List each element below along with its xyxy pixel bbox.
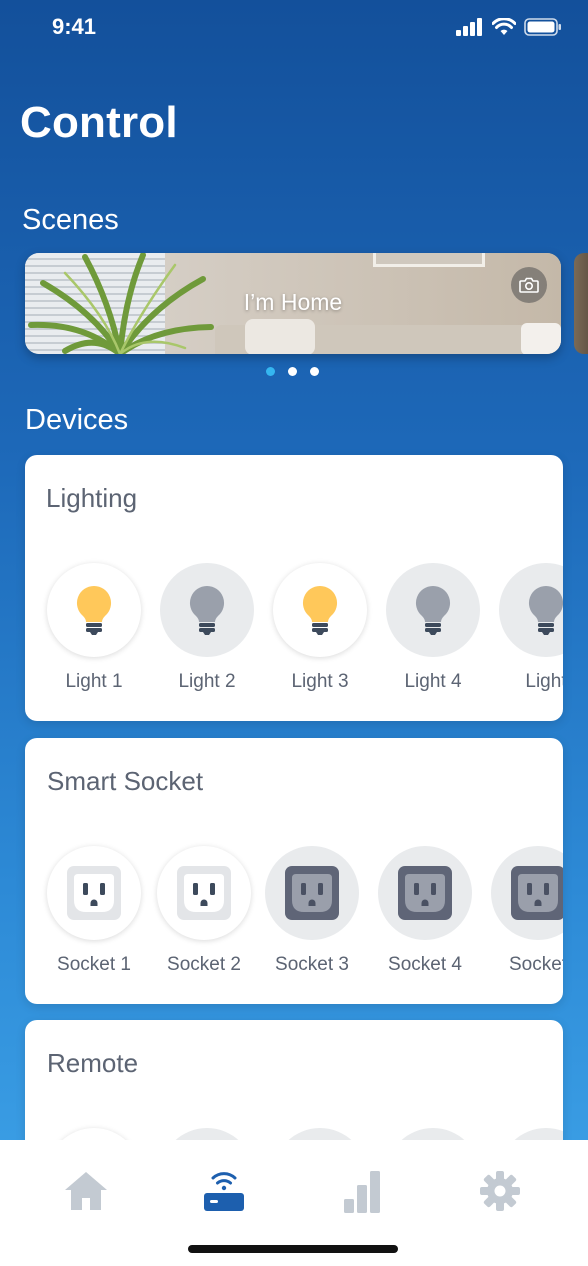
socket-item[interactable]: Socket 2 bbox=[156, 846, 252, 976]
pager-dot[interactable] bbox=[288, 367, 297, 376]
home-icon bbox=[65, 1172, 107, 1210]
status-icons bbox=[456, 18, 562, 36]
socket-off-icon bbox=[398, 866, 452, 920]
scene-image-pillow bbox=[521, 323, 561, 354]
socket-item[interactable]: Socket 3 bbox=[264, 846, 360, 976]
lightbulb-off-icon bbox=[528, 585, 563, 635]
socket-off-icon bbox=[285, 866, 339, 920]
lighting-card: Lighting Light 1 Light 2 Light 3 Light 4… bbox=[25, 455, 563, 721]
socket-item[interactable]: Socket 4 bbox=[377, 846, 473, 976]
socket-off-icon bbox=[511, 866, 563, 920]
lightbulb-off-icon bbox=[415, 585, 451, 635]
light-toggle[interactable] bbox=[160, 563, 254, 657]
scene-image-pillow bbox=[245, 319, 315, 354]
light-label: Light 4 bbox=[404, 671, 462, 692]
wifi-icon bbox=[492, 18, 516, 35]
light-toggle[interactable] bbox=[273, 563, 367, 657]
socket-toggle[interactable] bbox=[47, 846, 141, 940]
socket-on-icon bbox=[67, 866, 121, 920]
socket-item[interactable]: Socket 1 bbox=[46, 846, 142, 976]
scene-label: I’m Home bbox=[243, 289, 343, 315]
socket-label: Socket 1 bbox=[57, 954, 131, 975]
tab-home[interactable] bbox=[56, 1166, 116, 1216]
light-item[interactable]: Light 3 bbox=[272, 563, 368, 693]
scene-card-next[interactable] bbox=[574, 253, 588, 354]
light-item[interactable]: Light 2 bbox=[159, 563, 255, 693]
cellular-signal-icon bbox=[456, 18, 482, 36]
tab-control[interactable] bbox=[194, 1166, 254, 1216]
light-toggle[interactable] bbox=[499, 563, 563, 657]
status-bar: 9:41 bbox=[0, 0, 588, 56]
home-indicator bbox=[188, 1245, 398, 1253]
remote-card-title: Remote bbox=[47, 1048, 139, 1078]
stats-icon bbox=[344, 1171, 380, 1213]
battery-icon bbox=[524, 18, 561, 36]
light-label: Light bbox=[525, 671, 563, 692]
socket-label: Socket 4 bbox=[388, 954, 462, 975]
router-icon bbox=[204, 1172, 244, 1211]
page-title: Control bbox=[20, 98, 178, 147]
tab-settings[interactable] bbox=[470, 1166, 530, 1216]
tab-stats[interactable] bbox=[332, 1166, 392, 1216]
light-item[interactable]: Light 4 bbox=[385, 563, 481, 693]
scenes-section-title: Scenes bbox=[22, 204, 119, 236]
scene-camera-button[interactable] bbox=[511, 267, 547, 303]
smart-socket-card-title: Smart Socket bbox=[47, 766, 204, 796]
light-label: Light 2 bbox=[178, 671, 236, 692]
camera-icon bbox=[519, 277, 539, 293]
status-time: 9:41 bbox=[52, 14, 97, 39]
socket-toggle[interactable] bbox=[491, 846, 563, 940]
socket-label: Socket 2 bbox=[167, 954, 241, 975]
socket-label: Socket 3 bbox=[275, 954, 349, 975]
socket-on-icon bbox=[177, 866, 231, 920]
lightbulb-off-icon bbox=[189, 585, 225, 635]
pager-dot[interactable] bbox=[310, 367, 319, 376]
light-label: Light 3 bbox=[291, 671, 349, 692]
scene-image-frame bbox=[373, 253, 485, 267]
socket-toggle[interactable] bbox=[157, 846, 251, 940]
light-toggle[interactable] bbox=[47, 563, 141, 657]
socket-label: Socket bbox=[508, 954, 563, 975]
light-item[interactable]: Light 1 bbox=[46, 563, 142, 693]
lighting-card-title: Lighting bbox=[46, 483, 138, 513]
socket-toggle[interactable] bbox=[378, 846, 472, 940]
smart-socket-card: Smart Socket Socket 1 Socket 2 Socket 3 … bbox=[25, 738, 563, 1004]
light-toggle[interactable] bbox=[386, 563, 480, 657]
light-item[interactable]: Light bbox=[498, 563, 563, 693]
socket-item[interactable]: Socket bbox=[490, 846, 563, 976]
pager-dot-active[interactable] bbox=[266, 367, 275, 376]
devices-section-title: Devices bbox=[25, 404, 129, 436]
socket-toggle[interactable] bbox=[265, 846, 359, 940]
scene-pager bbox=[266, 367, 319, 376]
scene-card-im-home[interactable]: I’m Home bbox=[25, 253, 561, 354]
gear-icon bbox=[480, 1171, 520, 1211]
lightbulb-on-icon bbox=[76, 585, 112, 635]
lightbulb-on-icon bbox=[302, 585, 338, 635]
light-label: Light 1 bbox=[65, 671, 123, 692]
